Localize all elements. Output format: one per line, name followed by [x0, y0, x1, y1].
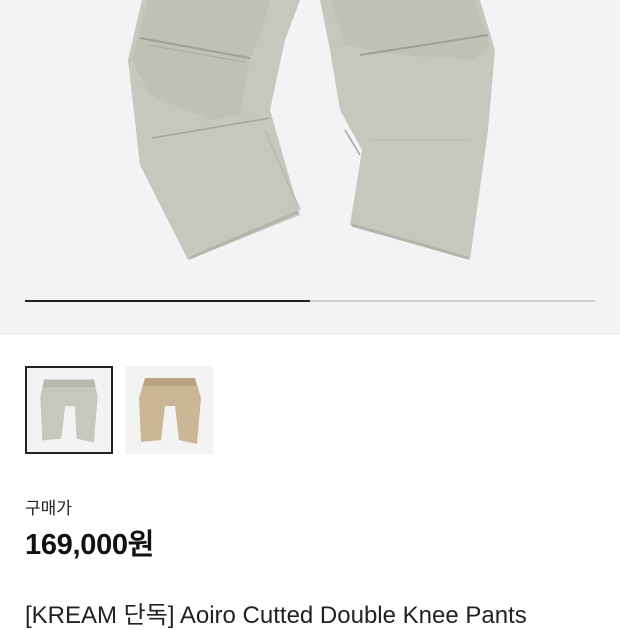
thumbnail-sage[interactable]	[25, 366, 113, 454]
thumbnail-beige[interactable]	[125, 366, 213, 454]
gallery-progress-fill	[25, 300, 310, 302]
product-title: [KREAM 단독] Aoiro Cutted Double Knee Pant…	[25, 602, 527, 629]
product-image	[128, 0, 495, 260]
product-image-gallery[interactable]	[0, 0, 620, 335]
pants-thumbnail-image	[40, 379, 98, 443]
gallery-progress-bar	[25, 300, 595, 302]
pants-thumbnail-image	[139, 378, 201, 444]
price: 169,000원	[25, 529, 155, 561]
price-label: 구매가	[25, 499, 72, 518]
thumbnail-list	[25, 366, 213, 454]
